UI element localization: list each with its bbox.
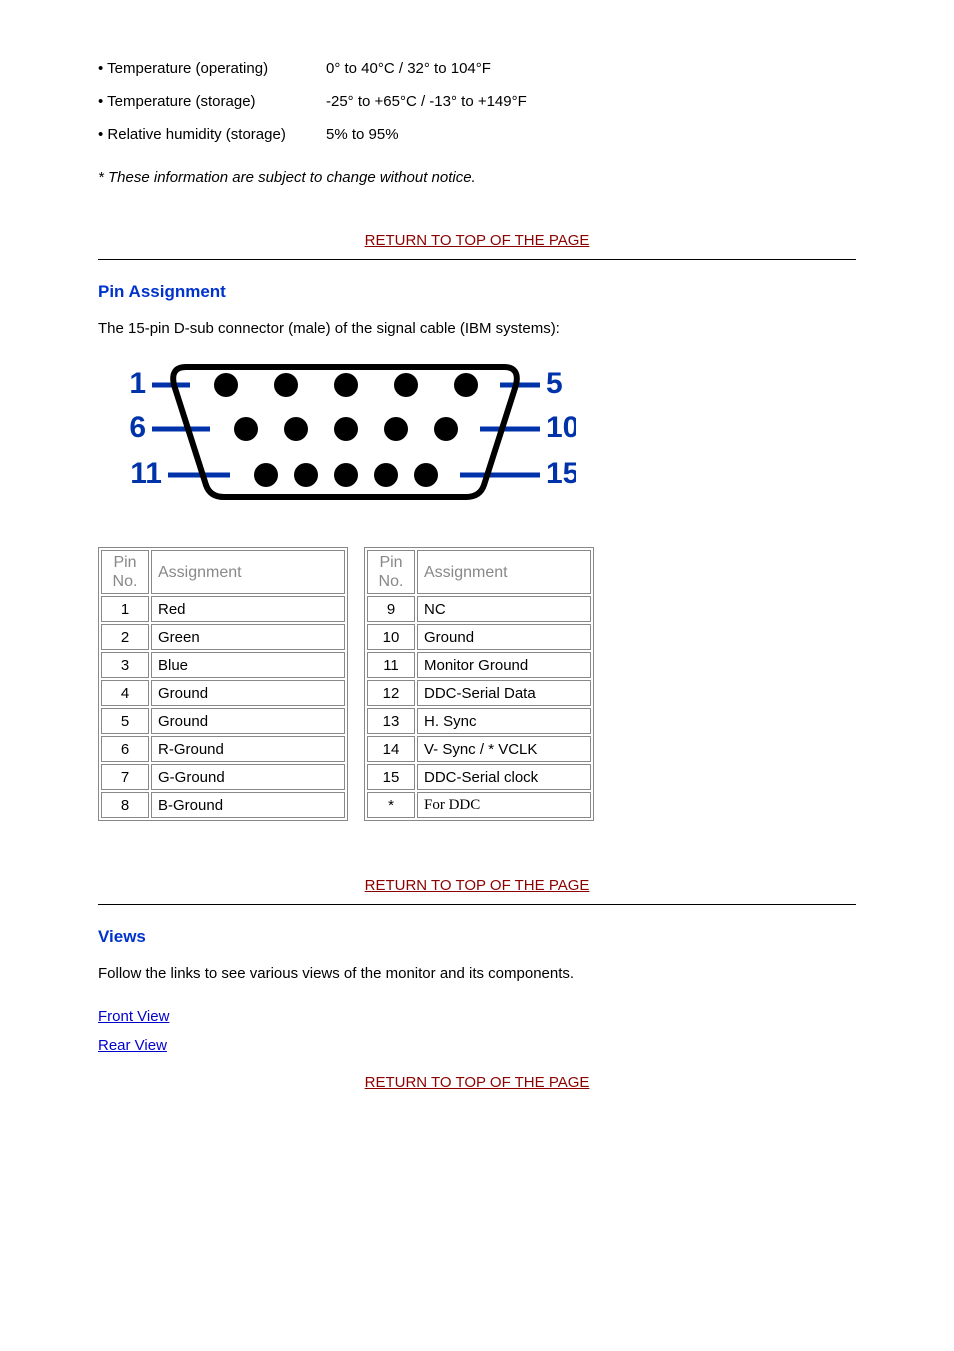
return-link-wrap: RETURN TO TOP OF THE PAGE [98, 232, 856, 249]
diagram-label-15: 15 [546, 457, 576, 490]
table-header-pinno: PinNo. [367, 550, 415, 594]
views-desc: Follow the links to see various views of… [98, 965, 856, 982]
divider [98, 259, 856, 260]
divider [98, 904, 856, 905]
table-row: 8B-Ground [101, 792, 345, 818]
table-row: 7G-Ground [101, 764, 345, 790]
table-row: 10Ground [367, 624, 591, 650]
return-link-wrap: RETURN TO TOP OF THE PAGE [98, 877, 856, 894]
pin-table-right: PinNo. Assignment 9NC 10Ground 11Monitor… [364, 547, 594, 821]
table-row: 6R-Ground [101, 736, 345, 762]
spec-label: • Relative humidity (storage) [98, 126, 326, 143]
return-top-link[interactable]: RETURN TO TOP OF THE PAGE [365, 232, 590, 249]
table-row: 12DDC-Serial Data [367, 680, 591, 706]
table-header-assign: Assignment [417, 550, 591, 594]
table-row: 3Blue [101, 652, 345, 678]
spec-label: • Temperature (storage) [98, 93, 326, 110]
pin-assignment-desc: The 15-pin D-sub connector (male) of the… [98, 320, 856, 337]
rear-view-link[interactable]: Rear View [98, 1037, 167, 1054]
pin-tables: PinNo. Assignment 1Red 2Green 3Blue 4Gro… [98, 547, 856, 821]
table-row: 1Red [101, 596, 345, 622]
table-row: 13H. Sync [367, 708, 591, 734]
table-row: 15DDC-Serial clock [367, 764, 591, 790]
dsub-connector-icon: 1 6 11 5 10 15 [116, 357, 576, 507]
spec-row: • Temperature (storage) -25° to +65°C / … [98, 93, 856, 110]
pin-table-left: PinNo. Assignment 1Red 2Green 3Blue 4Gro… [98, 547, 348, 821]
spec-row: • Relative humidity (storage) 5% to 95% [98, 126, 856, 143]
return-top-link[interactable]: RETURN TO TOP OF THE PAGE [365, 877, 590, 894]
diagram-label-6: 6 [129, 411, 146, 444]
return-link-wrap: RETURN TO TOP OF THE PAGE [98, 1074, 856, 1091]
spec-row: • Temperature (operating) 0° to 40°C / 3… [98, 60, 856, 77]
table-row: *For DDC [367, 792, 591, 818]
return-top-link[interactable]: RETURN TO TOP OF THE PAGE [365, 1074, 590, 1091]
table-header-pinno: PinNo. [101, 550, 149, 594]
table-header-assign: Assignment [151, 550, 345, 594]
table-row: 9NC [367, 596, 591, 622]
front-view-link[interactable]: Front View [98, 1008, 169, 1025]
table-row: 4Ground [101, 680, 345, 706]
spec-label: • Temperature (operating) [98, 60, 326, 77]
table-row: 2Green [101, 624, 345, 650]
spec-value: 0° to 40°C / 32° to 104°F [326, 60, 856, 77]
diagram-label-1: 1 [129, 367, 146, 400]
diagram-label-5: 5 [546, 367, 563, 400]
table-row: 14V- Sync / * VCLK [367, 736, 591, 762]
spec-value: -25° to +65°C / -13° to +149°F [326, 93, 856, 110]
spec-value: 5% to 95% [326, 126, 856, 143]
views-heading: Views [98, 927, 856, 947]
diagram-label-11: 11 [130, 457, 162, 490]
table-row: 11Monitor Ground [367, 652, 591, 678]
pin-assignment-heading: Pin Assignment [98, 282, 856, 302]
connector-diagram: 1 6 11 5 10 15 [116, 357, 856, 511]
footnote: * These information are subject to chang… [98, 169, 856, 186]
table-row: 5Ground [101, 708, 345, 734]
diagram-label-10: 10 [546, 411, 576, 444]
